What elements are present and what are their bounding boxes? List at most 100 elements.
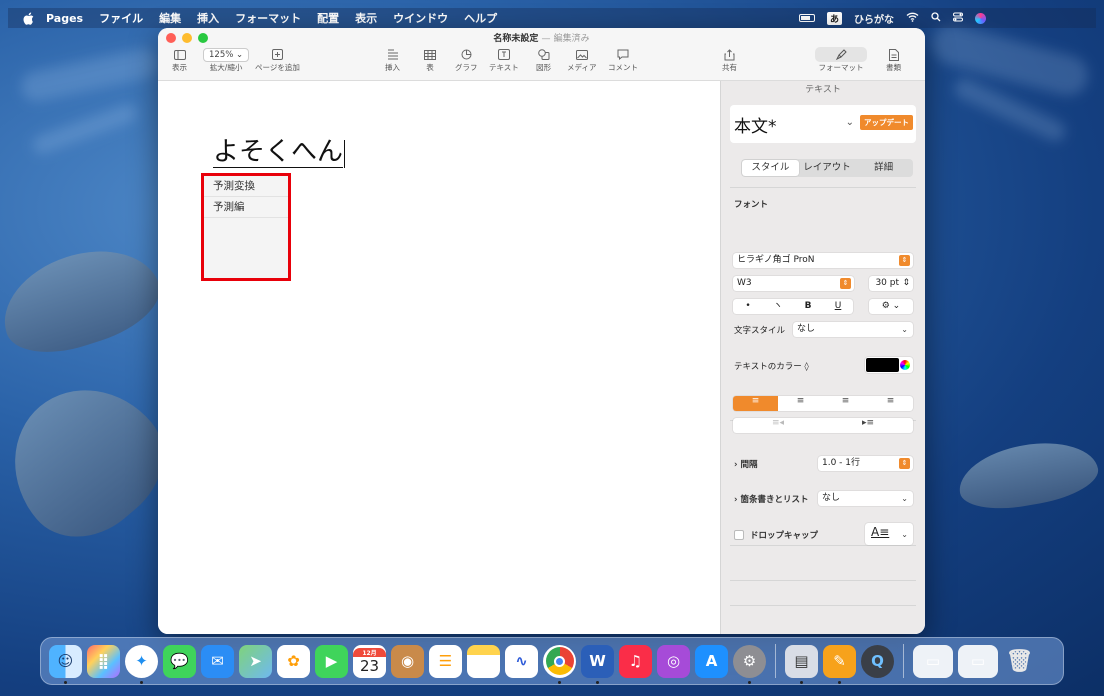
italic-mark-button[interactable]: ヽ <box>763 299 793 314</box>
spotlight-search-icon[interactable] <box>931 11 941 25</box>
prediction-candidate[interactable]: 予測変換 <box>204 176 288 197</box>
safari-icon[interactable]: ✦ <box>125 644 158 684</box>
spacing-select[interactable]: 1.0 - 1行 ⇕ <box>818 456 913 471</box>
downloads-stack-icon[interactable]: ▭ <box>913 644 953 678</box>
tab-more[interactable]: 詳細 <box>855 160 912 176</box>
font-section-label: フォント <box>734 200 769 210</box>
menu-app-name[interactable]: Pages <box>46 12 83 25</box>
shape-button[interactable]: 図形 <box>536 47 551 73</box>
underline-button[interactable]: U <box>823 299 853 314</box>
color-wheel-icon[interactable] <box>900 360 910 370</box>
title-separator: — <box>541 34 551 44</box>
font-size-field[interactable]: 30 pt ⇕ <box>869 276 913 291</box>
bullets-disclosure[interactable]: › 箇条書きとリスト <box>734 493 808 505</box>
freeform-icon[interactable]: ∿ <box>505 644 538 678</box>
wifi-icon[interactable] <box>906 12 919 25</box>
pages-icon[interactable]: ✎ <box>823 644 856 684</box>
dropcap-style-select[interactable]: A≡ ⌄ <box>865 523 913 545</box>
spacing-disclosure[interactable]: › 間隔 <box>734 458 757 470</box>
zoom-control[interactable]: 125% ⌄ 拡大/縮小 <box>203 47 250 73</box>
font-weight-select[interactable]: W3 ⇕ <box>733 276 854 291</box>
align-center-icon[interactable]: ≡ <box>778 396 823 411</box>
typed-text-line[interactable]: よそくへん <box>213 131 346 168</box>
photos-icon[interactable]: ✿ <box>277 644 310 678</box>
update-style-button[interactable]: アップデート <box>860 115 913 130</box>
menu-edit[interactable]: 編集 <box>159 10 181 26</box>
document-canvas[interactable]: よそくへん 予測変換 予測編 <box>158 81 719 634</box>
menu-format[interactable]: フォーマット <box>235 10 301 26</box>
font-family-select[interactable]: ヒラギノ角ゴ ProN ⇕ <box>733 253 913 268</box>
battery-icon[interactable] <box>798 14 815 22</box>
dropcap-checkbox[interactable] <box>734 530 744 540</box>
reminders-icon[interactable]: ☰ <box>429 644 462 678</box>
text-box-button[interactable]: テキスト <box>489 47 519 73</box>
calendar-icon[interactable]: 12月 23 <box>353 644 386 678</box>
facetime-icon[interactable]: ▶ <box>315 644 348 678</box>
zoom-select[interactable]: 125% ⌄ <box>203 47 250 62</box>
launchpad-icon[interactable]: ⣿ <box>87 644 120 678</box>
menu-file[interactable]: ファイル <box>99 10 143 26</box>
paragraph-style-name: 本文* <box>734 117 777 137</box>
system-settings-icon[interactable]: ⚙ <box>733 644 766 684</box>
text-color-well[interactable] <box>865 357 913 373</box>
screenshot-stack-icon[interactable]: ▭ <box>958 644 998 678</box>
podcasts-icon[interactable]: ◎ <box>657 644 690 678</box>
alignment-segment: ≡ ≡ ≡ ≡ <box>733 396 913 411</box>
menu-view[interactable]: 表示 <box>355 10 377 26</box>
finder-icon[interactable]: ☺ <box>49 644 82 684</box>
notes-icon[interactable] <box>467 644 500 678</box>
text-caret <box>344 140 346 168</box>
add-page-button[interactable]: ページを追加 <box>255 47 300 73</box>
tab-style[interactable]: スタイル <box>742 160 799 176</box>
char-style-select[interactable]: なし ⌄ <box>793 322 913 337</box>
apple-menu-icon[interactable] <box>20 10 36 26</box>
chrome-icon[interactable] <box>543 644 576 684</box>
menu-insert[interactable]: 挿入 <box>197 10 219 26</box>
music-icon[interactable]: ♫ <box>619 644 652 678</box>
format-button[interactable]: フォーマット <box>815 47 867 73</box>
paragraph-style-selector[interactable]: 本文* ⌄ アップデート <box>730 105 916 143</box>
align-right-icon[interactable]: ≡ <box>823 396 868 411</box>
prediction-candidate[interactable]: 予測編 <box>204 197 288 218</box>
word-icon[interactable]: W <box>581 644 614 684</box>
dropcap-preview-icon: A≡ <box>871 525 890 539</box>
app-store-icon[interactable]: A <box>695 644 728 678</box>
trash-icon[interactable]: 🗑 <box>1003 645 1036 678</box>
table-button[interactable]: 表 <box>424 47 436 73</box>
text-options-button[interactable]: ⚙ ⌄ <box>869 299 913 314</box>
menu-window[interactable]: ウインドウ <box>393 10 448 26</box>
composing-text: よそくへん <box>213 137 344 168</box>
menu-arrange[interactable]: 配置 <box>317 10 339 26</box>
maps-icon[interactable]: ➤ <box>239 644 272 678</box>
preview-icon[interactable]: ▤ <box>785 644 818 684</box>
bold-dot-button[interactable]: • <box>733 299 763 314</box>
format-brush-icon <box>815 47 867 62</box>
siri-icon[interactable] <box>975 12 986 24</box>
stepper-icon[interactable]: ⇕ <box>902 276 910 291</box>
zoom-value: 125% <box>209 49 234 60</box>
bold-button[interactable]: B <box>793 299 823 314</box>
input-method-label[interactable]: ひらがな <box>854 11 894 26</box>
view-button[interactable]: 表示 <box>172 47 187 73</box>
media-button[interactable]: メディア <box>567 47 596 73</box>
bullets-select[interactable]: なし ⌄ <box>818 491 913 506</box>
mail-icon[interactable]: ✉ <box>201 644 234 678</box>
document-button[interactable]: 書類 <box>886 47 901 73</box>
decrease-indent-icon[interactable]: ≡◂ <box>733 418 823 433</box>
align-left-icon[interactable]: ≡ <box>733 396 778 411</box>
contacts-icon[interactable]: ◉ <box>391 644 424 678</box>
spacing-label: 間隔 <box>740 460 758 470</box>
increase-indent-icon[interactable]: ▸≡ <box>823 418 913 433</box>
tab-layout[interactable]: レイアウト <box>799 160 856 176</box>
menu-help[interactable]: ヘルプ <box>464 10 497 26</box>
control-center-icon[interactable] <box>953 12 963 25</box>
insert-button[interactable]: 挿入 <box>385 47 400 73</box>
menu-bar: Pages ファイル 編集 挿入 フォーマット 配置 表示 ウインドウ ヘルプ … <box>8 8 1096 28</box>
messages-icon[interactable]: 💬 <box>163 644 196 678</box>
input-method-badge[interactable]: あ <box>826 11 842 25</box>
comment-button[interactable]: コメント <box>608 47 638 73</box>
quicktime-icon[interactable]: Q <box>861 644 894 678</box>
share-button[interactable]: 共有 <box>722 47 737 73</box>
align-justify-icon[interactable]: ≡ <box>868 396 913 411</box>
chart-button[interactable]: グラフ <box>455 47 478 73</box>
